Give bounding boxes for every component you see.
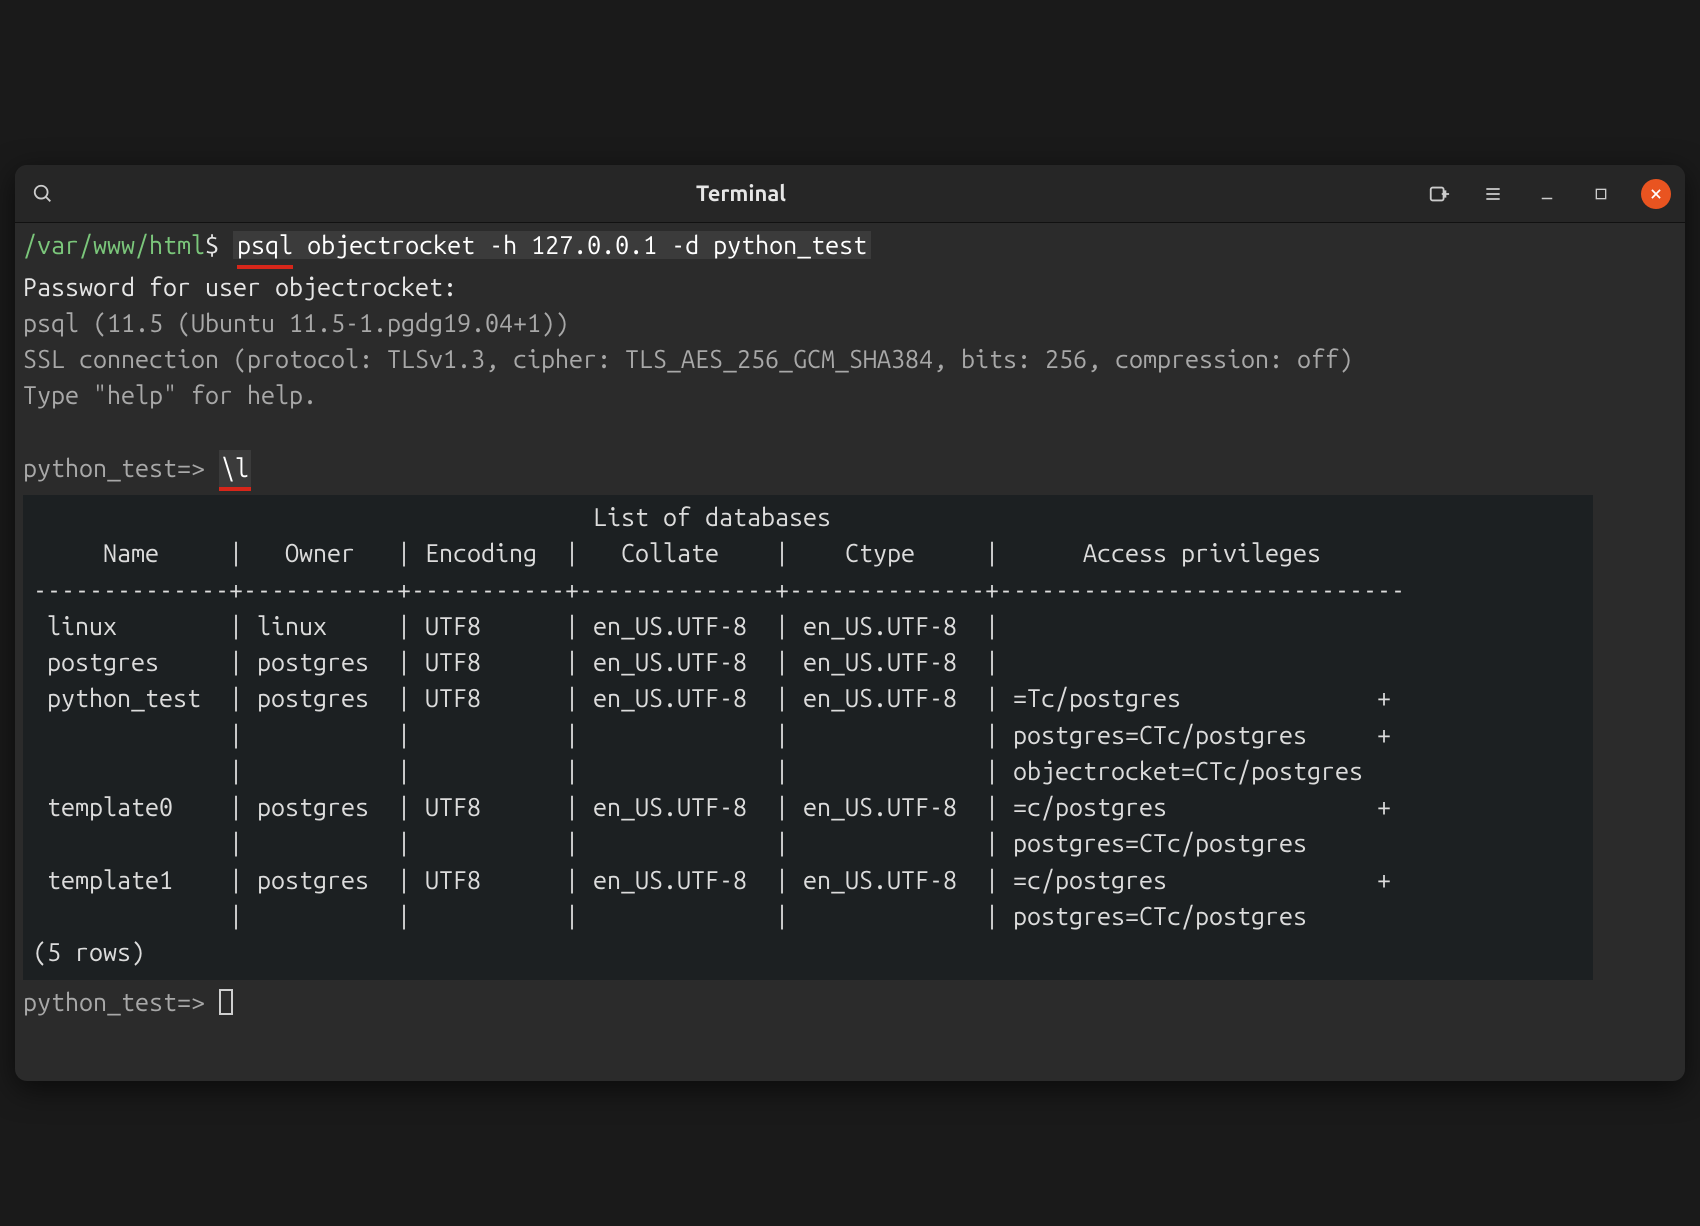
psql-help-line: Type "help" for help. [23, 377, 1677, 413]
cwd-path: /var/www/html [23, 231, 205, 259]
psql-prompt-idle: python_test=> [23, 984, 1677, 1020]
terminal-output[interactable]: /var/www/html$ psql objectrocket -h 127.… [15, 223, 1685, 1080]
psql-version: psql (11.5 (Ubuntu 11.5-1.pgdg19.04+1)) [23, 305, 1677, 341]
titlebar: Terminal [15, 165, 1685, 223]
command-rest: objectrocket -h 127.0.0.1 -d python_test [293, 231, 867, 259]
psql-ssl-line: SSL connection (protocol: TLSv1.3, ciphe… [23, 341, 1677, 377]
window-title: Terminal [67, 181, 1415, 206]
search-icon[interactable] [29, 180, 57, 208]
psql-prompt-line: python_test=> \l [23, 450, 1677, 491]
command-text: psql objectrocket -h 127.0.0.1 -d python… [233, 231, 871, 259]
password-prompt: Password for user objectrocket: [23, 269, 1677, 305]
cursor-icon [219, 989, 233, 1015]
shell-prompt-line: /var/www/html$ psql objectrocket -h 127.… [23, 227, 1677, 268]
minimize-button[interactable] [1533, 180, 1561, 208]
database-table: List of databases Name | Owner | Encodin… [23, 495, 1593, 980]
maximize-button[interactable] [1587, 180, 1615, 208]
blank-line [23, 414, 1677, 450]
new-tab-icon[interactable] [1425, 180, 1453, 208]
close-button[interactable] [1641, 179, 1671, 209]
psql-command: \l [219, 450, 251, 491]
command-underlined: psql [237, 227, 293, 268]
prompt-dollar: $ [205, 231, 219, 259]
terminal-window: Terminal [15, 165, 1685, 1080]
psql-prompt: python_test=> [23, 454, 205, 482]
hamburger-menu-icon[interactable] [1479, 180, 1507, 208]
